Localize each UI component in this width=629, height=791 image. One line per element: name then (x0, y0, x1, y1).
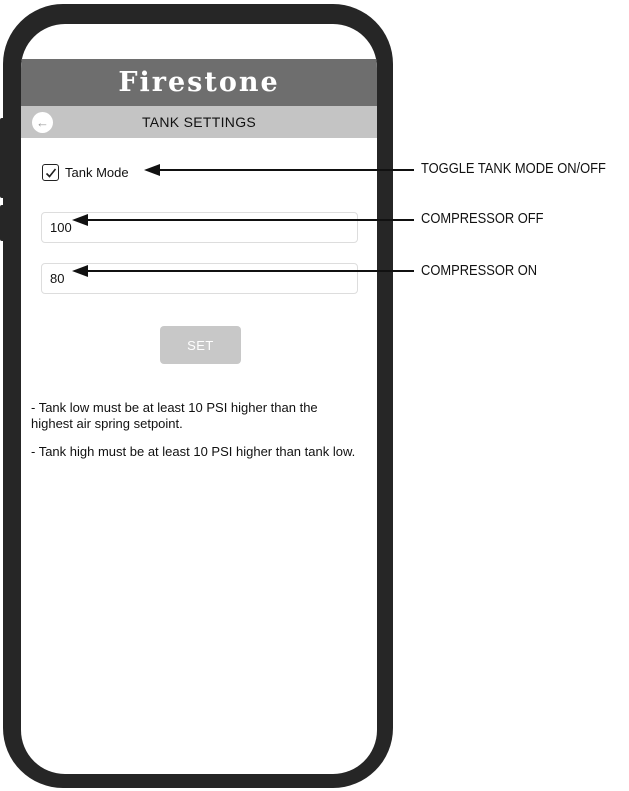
arrow-compressor-on (72, 265, 414, 277)
annotation-compressor-on: COMPRESSOR ON (421, 262, 538, 279)
arrow-toggle (144, 164, 414, 176)
annotation-compressor-off: COMPRESSOR OFF (421, 210, 544, 227)
annotation-arrows (72, 164, 414, 277)
annotation-toggle-tank-mode: TOGGLE TANK MODE ON/OFF (421, 160, 606, 177)
arrow-compressor-off (72, 214, 414, 226)
